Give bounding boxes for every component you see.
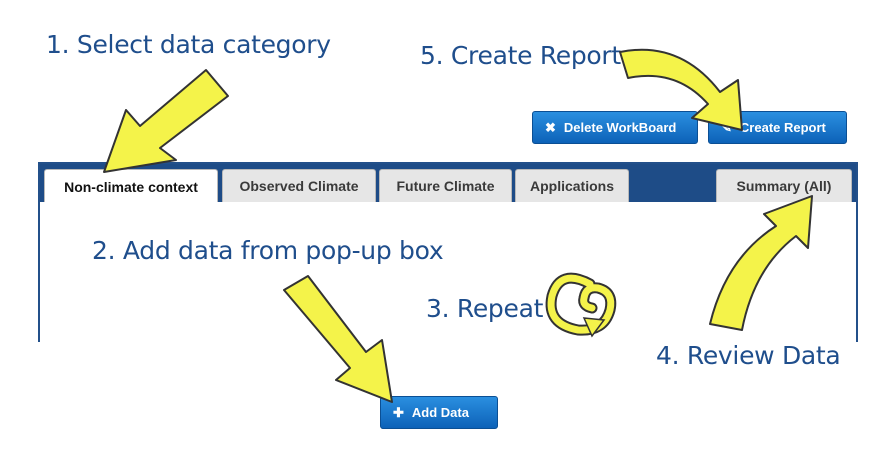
arrow-to-tabs-icon bbox=[103, 69, 229, 173]
arrow-to-create-report-icon bbox=[619, 48, 743, 131]
annotation-arrows bbox=[103, 48, 813, 403]
arrow-to-add-data-icon bbox=[283, 275, 393, 403]
arrow-to-summary-icon bbox=[709, 195, 813, 331]
repeat-loop-icon bbox=[545, 272, 617, 338]
